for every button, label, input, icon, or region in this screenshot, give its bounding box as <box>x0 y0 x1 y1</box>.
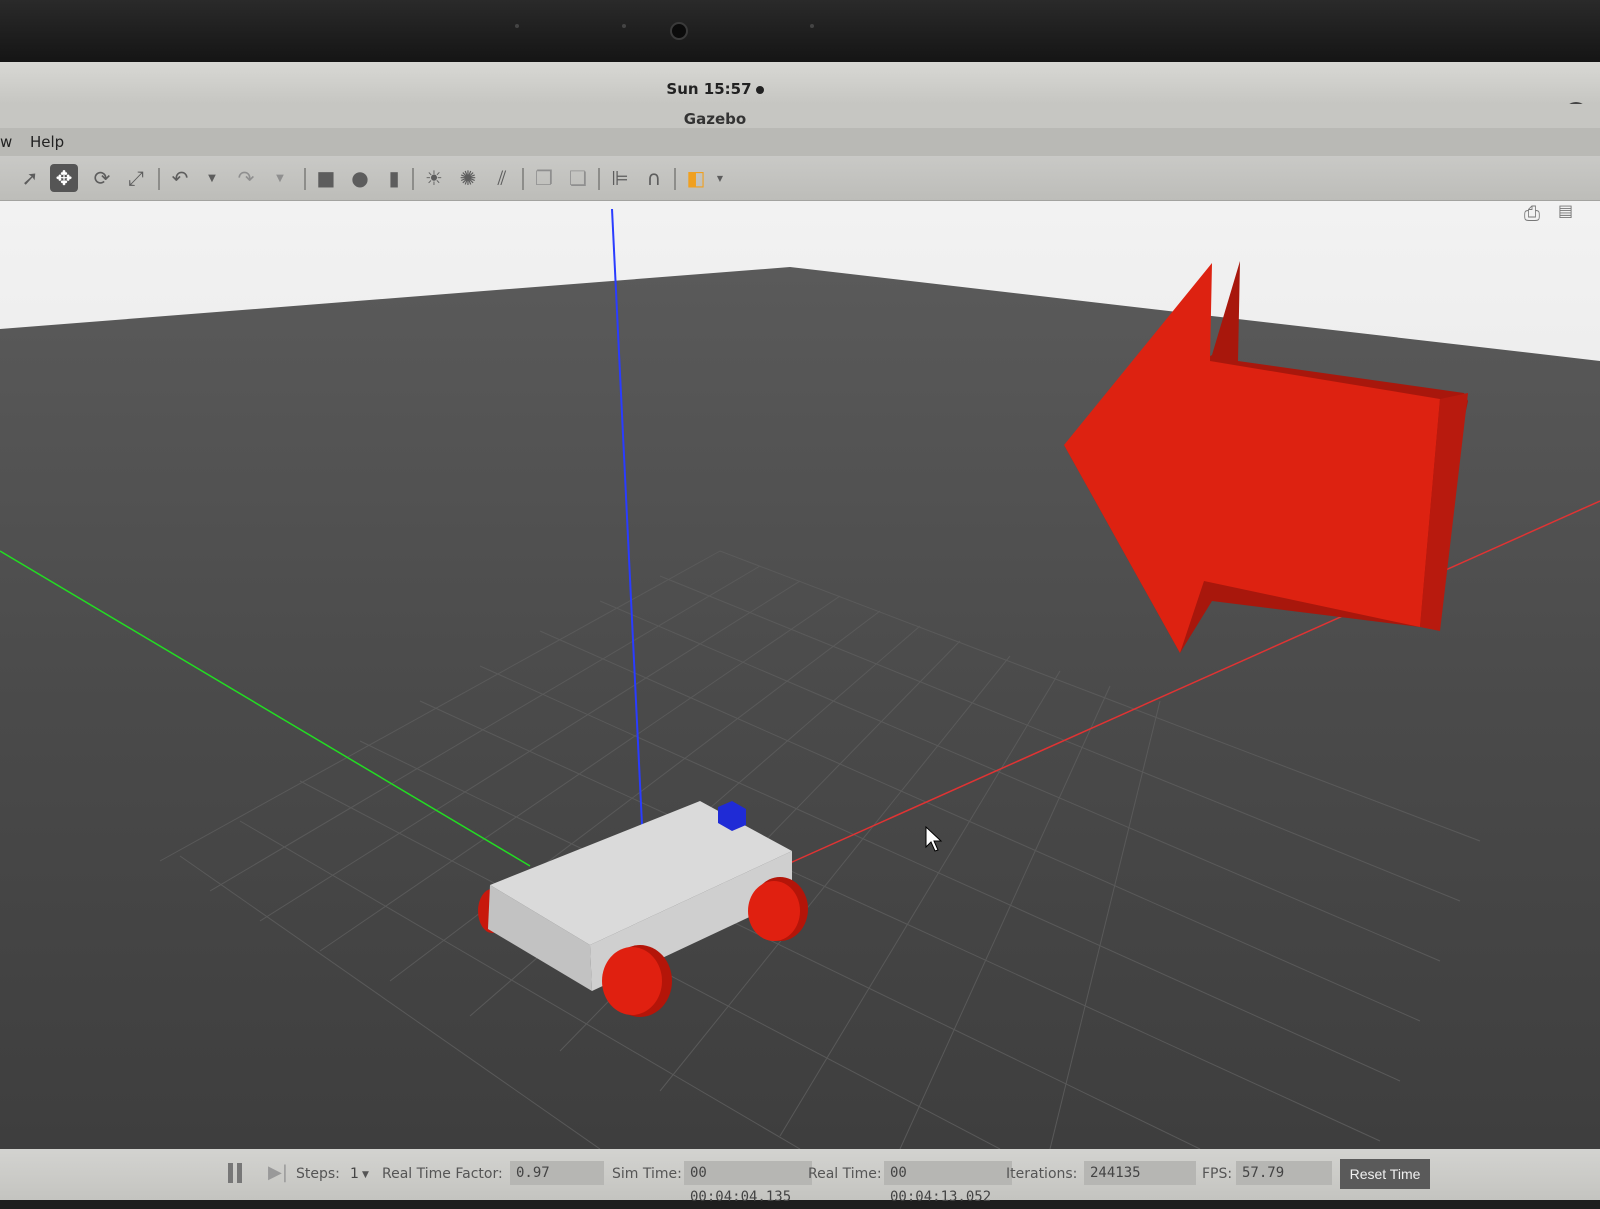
window-title-bar: Gazebo <box>0 104 1600 128</box>
chevron-down-icon[interactable]: ▼ <box>706 164 734 192</box>
bezel-sensor <box>622 24 626 28</box>
chevron-down-icon[interactable]: ▼ <box>266 164 294 192</box>
system-top-bar: Sun 15:57 en▼ <box>0 62 1600 118</box>
toolbar-separator <box>522 168 524 190</box>
bezel-sensor <box>515 24 519 28</box>
camera-icon[interactable]: ⎙ <box>1524 201 1552 225</box>
iterations-label: Iterations: <box>1006 1166 1078 1182</box>
toolbar-separator <box>158 168 160 190</box>
rtf-value: 0.97 <box>510 1161 604 1185</box>
arrow-cursor-icon[interactable]: ➚ <box>16 164 44 192</box>
toolbar-separator <box>304 168 306 190</box>
pause-icon[interactable] <box>228 1163 244 1183</box>
sim-time-value: 00 00:04:04.135 <box>684 1161 812 1205</box>
scene-render <box>0 201 1600 1149</box>
system-clock[interactable]: Sun 15:57 <box>0 80 1430 98</box>
menu-item-help[interactable]: Help <box>30 133 64 151</box>
reset-time-button[interactable]: Reset Time <box>1340 1159 1430 1189</box>
cylinder-icon[interactable]: ▮ <box>380 164 408 192</box>
status-bar: ▶| Steps: 1 ▼ Real Time Factor: 0.97 Sim… <box>0 1149 1600 1205</box>
move-arrows-icon[interactable]: ✥ <box>50 164 78 192</box>
bezel-sensor <box>810 24 814 28</box>
chevron-down-icon[interactable]: ▼ <box>362 1170 369 1180</box>
spotlight-icon[interactable]: ✺ <box>454 164 482 192</box>
directional-light-icon[interactable]: ⫽ <box>488 164 516 192</box>
fps-value: 57.79 <box>1236 1161 1332 1185</box>
log-icon[interactable]: ▤ <box>1558 201 1586 223</box>
menu-bar: w Help <box>0 128 1600 156</box>
laptop-bezel <box>0 0 1600 62</box>
sim-time-label: Sim Time: <box>612 1166 682 1182</box>
redo-icon[interactable]: ↷ <box>232 164 260 192</box>
real-time-label: Real Time: <box>808 1166 882 1182</box>
real-time-value: 00 00:04:13.052 <box>884 1161 1012 1205</box>
step-icon[interactable]: ▶| <box>268 1163 288 1183</box>
toolbar-separator <box>598 168 600 190</box>
webcam <box>670 22 688 40</box>
window-title: Gazebo <box>683 110 747 128</box>
toolbar: ➚ ✥ ⟳ ⤢ ↶ ▼ ↷ ▼ ■ ● ▮ ☀ ✺ ⫽ ❐ ❏ ⊫ ∩ ◧ ▼ <box>0 156 1600 201</box>
undo-icon[interactable]: ↶ <box>166 164 194 192</box>
steps-value[interactable]: 1 <box>350 1166 359 1182</box>
chevron-down-icon[interactable]: ▼ <box>198 164 226 192</box>
toolbar-separator <box>412 168 414 190</box>
rotate-icon[interactable]: ⟳ <box>88 164 116 192</box>
copy-icon[interactable]: ❐ <box>530 164 558 192</box>
scene-viewport[interactable]: ⎙ ▤ <box>0 201 1600 1149</box>
rtf-label: Real Time Factor: <box>382 1166 503 1182</box>
menu-item-window[interactable]: w <box>0 133 12 151</box>
steps-label: Steps: <box>296 1166 340 1182</box>
box-icon[interactable]: ■ <box>312 164 340 192</box>
toolbar-separator <box>674 168 676 190</box>
magnet-icon[interactable]: ∩ <box>640 164 668 192</box>
sun-icon[interactable]: ☀ <box>420 164 448 192</box>
align-icon[interactable]: ⊫ <box>606 164 634 192</box>
paste-icon[interactable]: ❏ <box>564 164 592 192</box>
notification-dot <box>755 85 764 94</box>
fps-label: FPS: <box>1202 1166 1233 1182</box>
iterations-value: 244135 <box>1084 1161 1196 1185</box>
scale-icon[interactable]: ⤢ <box>122 164 150 192</box>
sphere-icon[interactable]: ● <box>346 164 374 192</box>
